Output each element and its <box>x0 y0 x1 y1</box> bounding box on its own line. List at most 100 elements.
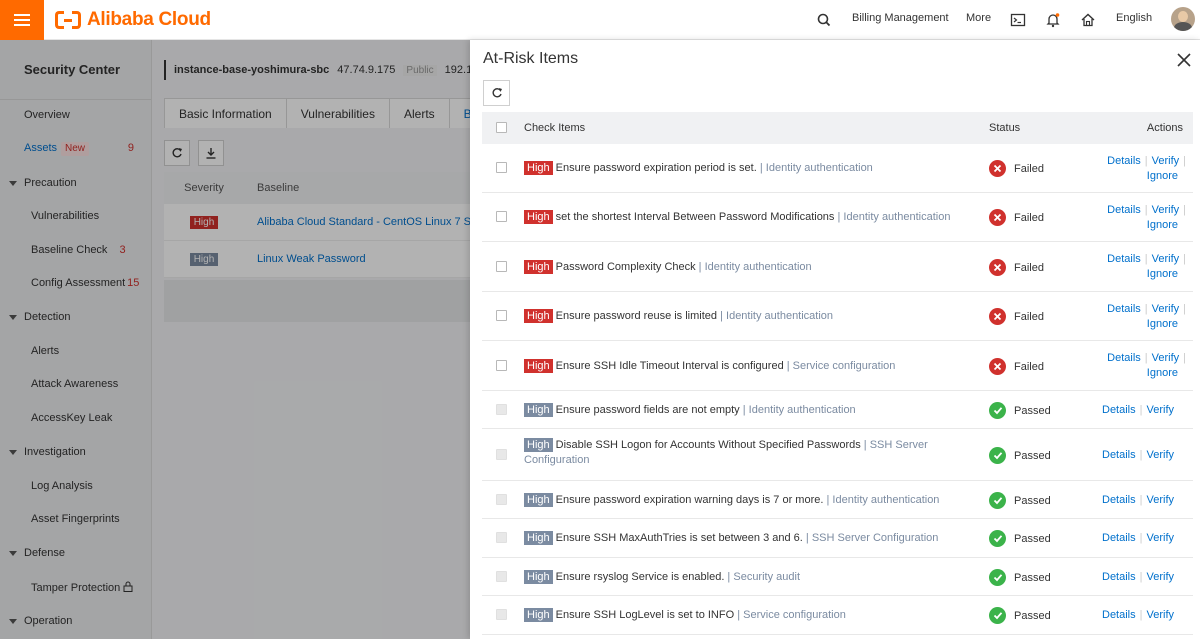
status-text: Failed <box>1014 211 1044 224</box>
status-text: Failed <box>1014 162 1044 175</box>
status-cell: Passed <box>989 447 1051 464</box>
brand-text: Alibaba Cloud <box>87 9 211 30</box>
drawer-refresh-button[interactable] <box>483 80 510 106</box>
alibaba-logo-icon <box>55 11 81 29</box>
failed-x-icon <box>989 259 1006 276</box>
verify-link[interactable]: Verify <box>1146 571 1174 583</box>
row-checkbox <box>496 570 507 582</box>
verify-link[interactable]: Verify <box>1152 204 1180 216</box>
details-link[interactable]: Details <box>1107 155 1141 167</box>
hamburger-menu-button[interactable] <box>0 0 44 40</box>
ignore-link[interactable]: Ignore <box>1147 367 1178 379</box>
details-link[interactable]: Details <box>1107 352 1141 364</box>
ignore-link[interactable]: Ignore <box>1147 268 1178 280</box>
verify-link[interactable]: Verify <box>1146 404 1174 416</box>
details-link[interactable]: Details <box>1102 449 1136 461</box>
verify-link[interactable]: Verify <box>1146 532 1174 544</box>
action-separator: | <box>1183 204 1186 216</box>
status-cell: Passed <box>989 569 1051 586</box>
details-link[interactable]: Details <box>1107 303 1141 315</box>
status-cell: Failed <box>989 259 1044 276</box>
status-text: Passed <box>1014 404 1051 417</box>
more-menu[interactable]: More <box>966 12 991 24</box>
check-item-description: High Ensure password expiration warning d… <box>524 493 964 508</box>
row-checkbox[interactable] <box>496 162 507 173</box>
check-item-description: High Ensure password expiration period is… <box>524 161 964 176</box>
list-item: High Password Complexity Check | Identity… <box>482 242 1193 292</box>
status-cell: Failed <box>989 358 1044 375</box>
check-item-name: Password Complexity Check <box>555 261 696 273</box>
ignore-link[interactable]: Ignore <box>1147 219 1178 231</box>
check-item-description: High Ensure password reuse is limited | I… <box>524 309 964 324</box>
verify-link[interactable]: Verify <box>1152 155 1180 167</box>
search-icon[interactable] <box>816 12 832 28</box>
details-link[interactable]: Details <box>1102 494 1136 506</box>
check-item-category: Service configuration <box>743 609 846 621</box>
notification-bell-icon[interactable] <box>1045 12 1061 28</box>
row-actions: Details | Verify | Ignore <box>1100 203 1190 233</box>
list-item: High Ensure password fields are not empty… <box>482 391 1193 429</box>
row-checkbox <box>496 448 507 460</box>
verify-link[interactable]: Verify <box>1152 303 1180 315</box>
list-item: High Ensure password expiration warning d… <box>482 481 1193 519</box>
row-checkbox[interactable] <box>496 359 507 371</box>
list-item: High Ensure SSH Idle Timeout Interval is … <box>482 341 1193 391</box>
action-separator: | <box>1139 609 1143 621</box>
details-link[interactable]: Details <box>1102 532 1136 544</box>
verify-link[interactable]: Verify <box>1146 449 1174 461</box>
drawer-overlay-mask[interactable] <box>0 40 470 639</box>
check-item-name: Ensure password reuse is limited <box>555 310 718 322</box>
check-item-name: Ensure password expiration warning days … <box>555 494 824 506</box>
home-icon[interactable] <box>1080 12 1096 28</box>
list-item: High Ensure password expiration period is… <box>482 144 1193 193</box>
alibaba-cloud-logo[interactable]: Alibaba Cloud <box>55 9 211 31</box>
separator: | <box>734 609 744 621</box>
ignore-link[interactable]: Ignore <box>1147 318 1178 330</box>
details-link[interactable]: Details <box>1107 253 1141 265</box>
list-item: High set the shortest Interval Between Pa… <box>482 193 1193 242</box>
terminal-icon[interactable] <box>1010 12 1026 28</box>
separator: | <box>724 571 734 583</box>
severity-badge: High <box>524 260 553 274</box>
separator: | <box>695 261 705 273</box>
action-separator: | <box>1139 571 1143 583</box>
row-checkbox[interactable] <box>496 260 507 272</box>
severity-badge: High <box>524 493 553 507</box>
status-cell: Passed <box>989 530 1051 547</box>
check-item-description: High Disable SSH Logon for Accounts Witho… <box>524 438 964 468</box>
list-item: High Ensure password reuse is limited | I… <box>482 292 1193 341</box>
verify-link[interactable]: Verify <box>1152 253 1180 265</box>
col-actions: Actions <box>1146 122 1183 134</box>
check-item-name: Ensure SSH MaxAuthTries is set between 3… <box>555 532 803 544</box>
status-cell: Failed <box>989 308 1044 325</box>
language-selector[interactable]: English <box>1116 12 1152 24</box>
at-risk-items-drawer: At-Risk Items Check Items Status Actions… <box>470 40 1200 639</box>
details-link[interactable]: Details <box>1102 404 1136 416</box>
details-link[interactable]: Details <box>1102 609 1136 621</box>
user-avatar[interactable] <box>1171 7 1195 31</box>
check-item-name: Ensure password fields are not empty <box>555 404 740 416</box>
row-checkbox[interactable] <box>496 211 507 222</box>
col-status: Status <box>989 122 1021 134</box>
passed-check-icon <box>989 607 1006 624</box>
action-separator: | <box>1139 449 1143 461</box>
list-item: High Disable SSH Logon for Accounts Witho… <box>482 429 1193 481</box>
billing-management-link[interactable]: Billing Management <box>852 12 949 24</box>
action-separator: | <box>1144 303 1148 315</box>
row-checkbox[interactable] <box>496 310 507 321</box>
list-header: Check Items Status Actions <box>482 112 1193 144</box>
at-risk-items-list: Check Items Status Actions High Ensure pa… <box>482 112 1193 635</box>
verify-link[interactable]: Verify <box>1152 352 1180 364</box>
status-text: Passed <box>1014 449 1051 462</box>
select-all-checkbox[interactable] <box>496 122 507 133</box>
verify-link[interactable]: Verify <box>1146 494 1174 506</box>
list-item: High Ensure rsyslog Service is enabled. |… <box>482 558 1193 596</box>
severity-badge: High <box>524 161 553 175</box>
verify-link[interactable]: Verify <box>1146 609 1174 621</box>
details-link[interactable]: Details <box>1102 571 1136 583</box>
details-link[interactable]: Details <box>1107 204 1141 216</box>
close-icon[interactable] <box>1175 51 1193 69</box>
list-item: High Ensure SSH LogLevel is set to INFO |… <box>482 596 1193 635</box>
ignore-link[interactable]: Ignore <box>1147 170 1178 182</box>
check-item-category: Identity authentication <box>748 404 856 416</box>
